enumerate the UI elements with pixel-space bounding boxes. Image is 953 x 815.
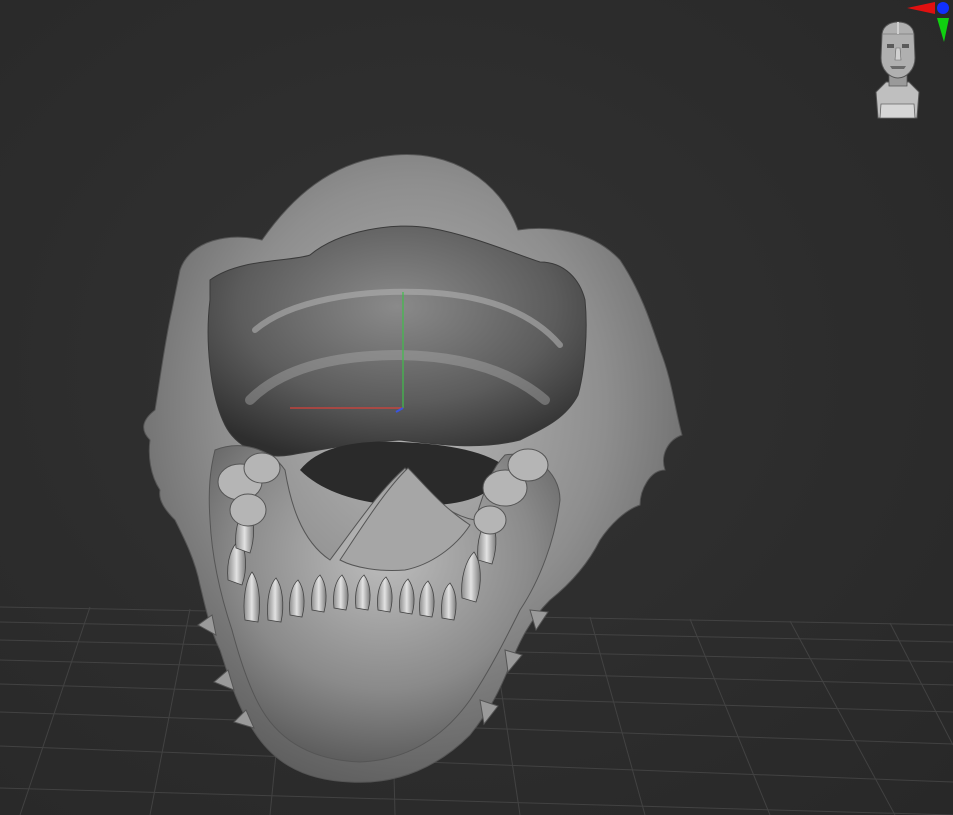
head-orientation-icon[interactable] [875,21,920,119]
gizmo-z-axis[interactable] [937,2,949,14]
gizmo-x-axis[interactable] [907,2,935,14]
sculpt-model[interactable] [143,153,683,783]
navigation-gizmo[interactable] [843,0,953,130]
viewport-scene[interactable] [0,0,953,815]
gizmo-y-axis[interactable] [937,18,949,42]
3d-viewport[interactable] [0,0,953,815]
